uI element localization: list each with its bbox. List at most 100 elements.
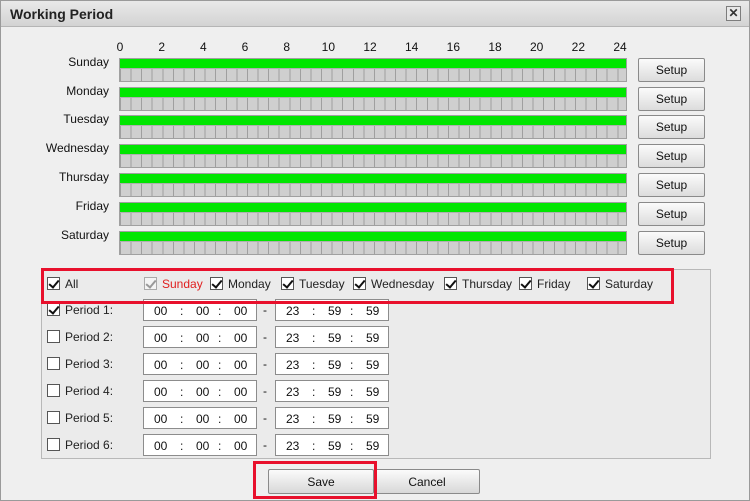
period-4-checkbox[interactable] <box>47 384 60 397</box>
setup-button[interactable]: Setup <box>638 202 705 226</box>
day-checkbox-label: Friday <box>537 277 571 291</box>
time-seconds-field[interactable]: 00 <box>234 412 247 426</box>
time-seconds-field[interactable]: 59 <box>366 304 379 318</box>
day-timeline[interactable] <box>119 202 627 226</box>
time-separator: : <box>312 439 316 453</box>
period-start-time[interactable]: 00 00 00:: <box>143 299 257 321</box>
period-end-time[interactable]: 23 59 59:: <box>275 353 389 375</box>
active-period-bar <box>120 116 626 125</box>
day-checkbox-thursday[interactable] <box>444 277 457 290</box>
period-2-checkbox[interactable] <box>47 330 60 343</box>
time-seconds-field[interactable]: 00 <box>234 439 247 453</box>
setup-button[interactable]: Setup <box>638 231 705 255</box>
time-separator: : <box>312 412 316 426</box>
all-days-checkbox[interactable] <box>47 277 60 290</box>
time-hours-field[interactable]: 23 <box>286 358 299 372</box>
day-timeline[interactable] <box>119 173 627 197</box>
time-separator: : <box>312 358 316 372</box>
period-5-checkbox[interactable] <box>47 411 60 424</box>
close-icon[interactable]: ✕ <box>726 6 741 21</box>
time-minutes-field[interactable]: 00 <box>196 304 209 318</box>
hour-label: 8 <box>283 40 290 54</box>
time-minutes-field[interactable]: 59 <box>328 439 341 453</box>
time-separator: : <box>180 412 184 426</box>
time-seconds-field[interactable]: 00 <box>234 358 247 372</box>
hour-label: 24 <box>613 40 627 54</box>
period-6-checkbox[interactable] <box>47 438 60 451</box>
save-button[interactable]: Save <box>268 469 374 494</box>
day-checkbox-friday[interactable] <box>519 277 532 290</box>
period-3-checkbox[interactable] <box>47 357 60 370</box>
time-seconds-field[interactable]: 00 <box>234 304 247 318</box>
time-seconds-field[interactable]: 59 <box>366 358 379 372</box>
period-end-time[interactable]: 23 59 59:: <box>275 407 389 429</box>
time-minutes-field[interactable]: 59 <box>328 412 341 426</box>
time-minutes-field[interactable]: 59 <box>328 304 341 318</box>
time-hours-field[interactable]: 00 <box>154 412 167 426</box>
period-start-time[interactable]: 00 00 00:: <box>143 326 257 348</box>
time-seconds-field[interactable]: 00 <box>234 385 247 399</box>
period-end-time[interactable]: 23 59 59:: <box>275 434 389 456</box>
day-checkbox-saturday[interactable] <box>587 277 600 290</box>
day-checkbox-monday[interactable] <box>210 277 223 290</box>
day-timeline[interactable] <box>119 58 627 82</box>
time-hours-field[interactable]: 23 <box>286 385 299 399</box>
range-dash: - <box>263 330 267 344</box>
time-separator: : <box>218 412 222 426</box>
time-separator: : <box>180 439 184 453</box>
time-minutes-field[interactable]: 00 <box>196 385 209 399</box>
time-hours-field[interactable]: 23 <box>286 412 299 426</box>
time-hours-field[interactable]: 23 <box>286 331 299 345</box>
day-timeline[interactable] <box>119 87 627 111</box>
time-hours-field[interactable]: 00 <box>154 331 167 345</box>
period-label: Period 5: <box>65 411 114 425</box>
day-checkbox-tuesday[interactable] <box>281 277 294 290</box>
period-label: Period 2: <box>65 330 114 344</box>
time-minutes-field[interactable]: 59 <box>328 385 341 399</box>
time-hours-field[interactable]: 23 <box>286 439 299 453</box>
active-period-bar <box>120 59 626 68</box>
time-seconds-field[interactable]: 59 <box>366 385 379 399</box>
time-hours-field[interactable]: 00 <box>154 358 167 372</box>
period-start-time[interactable]: 00 00 00:: <box>143 407 257 429</box>
day-timeline[interactable] <box>119 144 627 168</box>
time-minutes-field[interactable]: 59 <box>328 358 341 372</box>
period-start-time[interactable]: 00 00 00:: <box>143 380 257 402</box>
setup-button[interactable]: Setup <box>638 58 705 82</box>
active-period-bar <box>120 232 626 241</box>
hour-label: 14 <box>404 40 419 54</box>
time-seconds-field[interactable]: 59 <box>366 439 379 453</box>
cancel-button[interactable]: Cancel <box>374 469 480 494</box>
time-separator: : <box>350 358 354 372</box>
time-separator: : <box>180 385 184 399</box>
time-hours-field[interactable]: 00 <box>154 439 167 453</box>
day-timeline[interactable] <box>119 115 627 139</box>
setup-button[interactable]: Setup <box>638 144 705 168</box>
period-start-time[interactable]: 00 00 00:: <box>143 353 257 375</box>
day-checkbox-wednesday[interactable] <box>353 277 366 290</box>
time-seconds-field[interactable]: 59 <box>366 331 379 345</box>
setup-button[interactable]: Setup <box>638 173 705 197</box>
setup-button[interactable]: Setup <box>638 115 705 139</box>
time-hours-field[interactable]: 23 <box>286 304 299 318</box>
period-1-checkbox[interactable] <box>47 303 60 316</box>
active-period-bar <box>120 203 626 212</box>
setup-button[interactable]: Setup <box>638 87 705 111</box>
time-minutes-field[interactable]: 00 <box>196 358 209 372</box>
range-dash: - <box>263 357 267 371</box>
day-timeline[interactable] <box>119 231 627 255</box>
time-minutes-field[interactable]: 00 <box>196 439 209 453</box>
time-hours-field[interactable]: 00 <box>154 385 167 399</box>
period-start-time[interactable]: 00 00 00:: <box>143 434 257 456</box>
time-minutes-field[interactable]: 00 <box>196 412 209 426</box>
time-seconds-field[interactable]: 59 <box>366 412 379 426</box>
time-minutes-field[interactable]: 59 <box>328 331 341 345</box>
day-checkbox-label: Saturday <box>605 277 654 291</box>
period-end-time[interactable]: 23 59 59:: <box>275 380 389 402</box>
period-end-time[interactable]: 23 59 59:: <box>275 326 389 348</box>
day-label: Sunday <box>68 55 109 69</box>
time-minutes-field[interactable]: 00 <box>196 331 209 345</box>
period-end-time[interactable]: 23 59 59:: <box>275 299 389 321</box>
time-seconds-field[interactable]: 00 <box>234 331 247 345</box>
time-hours-field[interactable]: 00 <box>154 304 167 318</box>
